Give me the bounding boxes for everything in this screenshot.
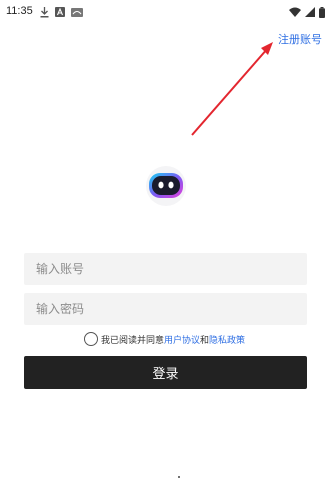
wifi-icon (289, 7, 301, 17)
download-icon (40, 6, 49, 17)
agreement-text: 我已阅读并同意 (101, 335, 165, 346)
status-icons-right (289, 5, 325, 19)
status-time: 11:35 (6, 5, 33, 17)
decorative-dot (178, 476, 180, 478)
privacy-policy-link[interactable]: 隐私政策 (209, 333, 245, 346)
status-icons-left (40, 5, 83, 19)
password-input[interactable] (24, 293, 307, 325)
app-logo (146, 166, 186, 206)
annotation-arrow (191, 42, 273, 136)
annotation-arrow-head (261, 42, 273, 55)
status-bar: 11:35 (0, 0, 331, 24)
signal-icon (305, 7, 315, 17)
agreement-row: 我已阅读并同意 用户协议 和 隐私政策 (84, 331, 245, 347)
login-button[interactable]: 登录 (24, 356, 307, 389)
annotation-arrow-line (191, 47, 269, 136)
register-account-link[interactable]: 注册账号 (278, 31, 322, 47)
app-cloud-icon (71, 7, 83, 17)
account-input[interactable] (24, 253, 307, 285)
agreement-and-text: 和 (200, 335, 210, 346)
battery-icon (319, 6, 325, 18)
app-a-icon (55, 7, 65, 17)
user-agreement-link[interactable]: 用户协议 (164, 333, 200, 346)
agreement-checkbox[interactable] (84, 332, 98, 346)
